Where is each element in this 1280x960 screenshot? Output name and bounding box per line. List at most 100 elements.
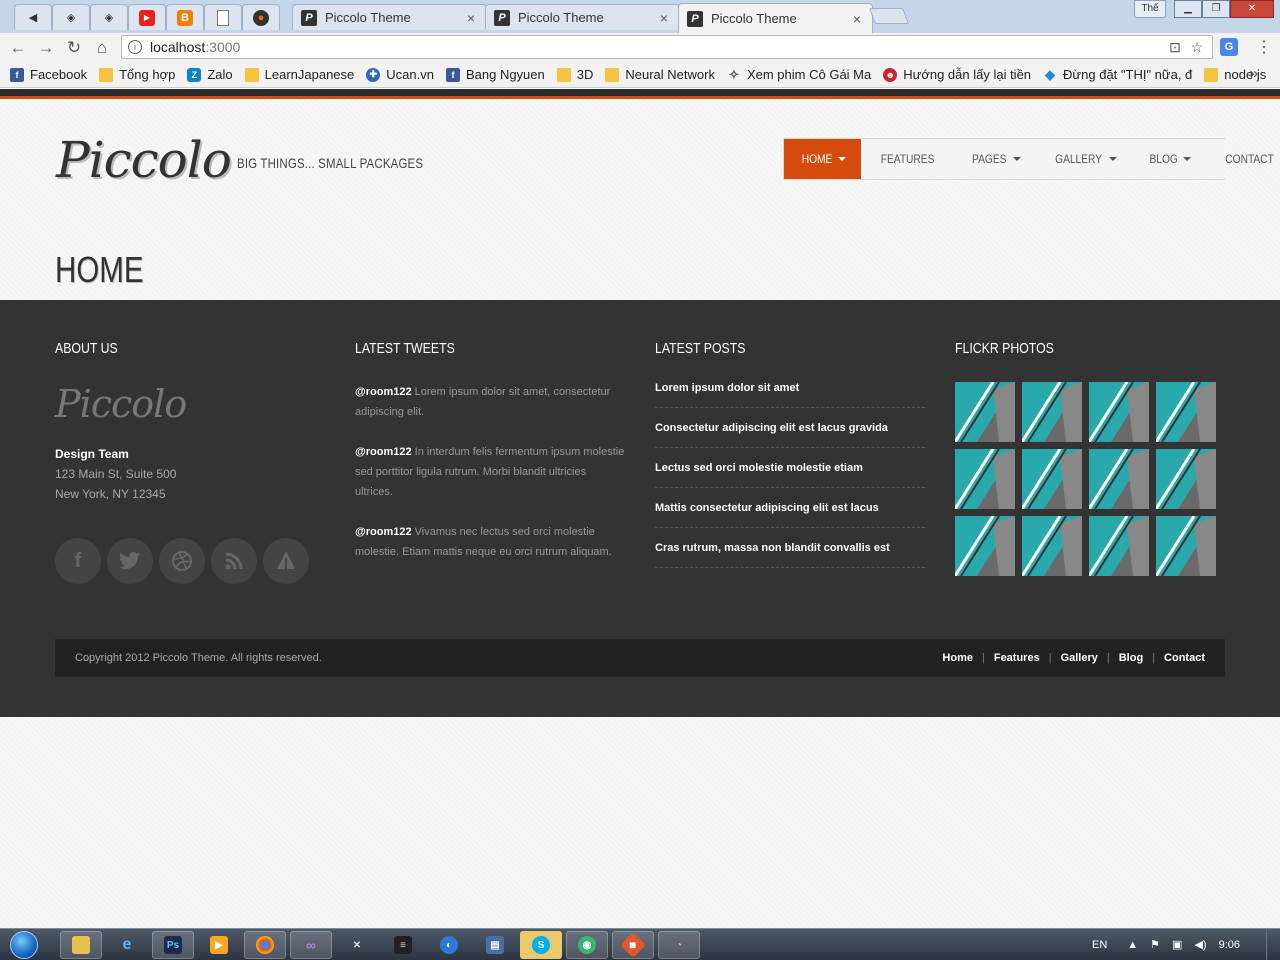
post-link[interactable]: Lorem ipsum dolor sit amet <box>655 382 925 408</box>
address-bar[interactable]: i localhost:3000 ⊡ ☆ <box>121 35 1213 59</box>
tab-piccolo-2[interactable]: P Piccolo Theme × <box>485 4 680 30</box>
bookmark-item[interactable]: f Bang Ngyuen <box>445 67 545 82</box>
forward-arrow-icon[interactable]: → <box>32 35 60 61</box>
flickr-photo[interactable] <box>1089 449 1149 509</box>
pinned-tab-blogger[interactable]: B <box>166 4 204 30</box>
flickr-photo[interactable] <box>1022 516 1082 576</box>
network-tray-icon[interactable]: ▣ <box>1172 938 1182 951</box>
flickr-photo[interactable] <box>1156 449 1216 509</box>
pinned-tab-orange[interactable]: ● <box>242 4 280 30</box>
pinned-tab-youtube[interactable]: ▶ <box>128 4 166 30</box>
google-translate-extension-icon[interactable]: G <box>1220 38 1238 56</box>
taskbar-chrome[interactable] <box>244 931 286 959</box>
bookmark-item[interactable]: ☻ Hướng dẫn lấy lại tiền <box>883 67 1031 82</box>
site-logo[interactable]: Piccolo <box>56 131 232 189</box>
post-link[interactable]: Cras rutrum, massa non blandit convallis… <box>655 542 925 568</box>
taskbar-tools[interactable]: ✕ <box>336 931 378 959</box>
nav-item-features[interactable]: FEATURES <box>861 139 954 179</box>
post-link[interactable]: Mattis consectetur adipiscing elit est l… <box>655 502 925 528</box>
bookmark-item[interactable]: ✧ Xem phim Cô Gái Ma <box>727 67 872 83</box>
close-tab-icon[interactable]: × <box>657 10 671 26</box>
nav-item-blog[interactable]: BLOG <box>1132 139 1206 179</box>
bookmark-item[interactable]: 3D <box>556 67 593 82</box>
info-icon[interactable]: i <box>128 40 142 54</box>
flickr-photo[interactable] <box>1022 382 1082 442</box>
bookmark-item[interactable]: Z Zalo <box>187 67 233 82</box>
home-icon[interactable]: ⌂ <box>88 35 116 61</box>
star-icon[interactable]: ☆ <box>1188 39 1206 56</box>
tab-piccolo-1[interactable]: P Piccolo Theme × <box>292 4 487 30</box>
tweet-handle[interactable]: @room122 <box>355 386 412 398</box>
maximize-icon[interactable]: ❐ <box>1202 0 1230 18</box>
bookmark-item[interactable]: ◆ Đừng đặt "THỊ" nữa, đ <box>1043 67 1192 83</box>
taskbar-app[interactable]: ▤ <box>474 931 516 959</box>
tray-expand-icon[interactable]: ▲ <box>1127 939 1138 951</box>
tweet-handle[interactable]: @room122 <box>355 446 412 458</box>
flickr-photo[interactable] <box>955 516 1015 576</box>
bookmark-item[interactable]: LearnJapanese <box>244 67 354 82</box>
forrst-icon[interactable] <box>263 538 309 584</box>
new-tab-button[interactable] <box>869 8 909 24</box>
nav-item-home[interactable]: HOME <box>784 139 861 179</box>
footer-link-blog[interactable]: Blog <box>1119 652 1143 664</box>
profile-button[interactable]: Thế <box>1134 0 1166 18</box>
flickr-photo[interactable] <box>1156 516 1216 576</box>
footer-link-features[interactable]: Features <box>994 652 1040 664</box>
translate-icon[interactable]: ⊡ <box>1166 39 1184 56</box>
footer-link-contact[interactable]: Contact <box>1164 652 1205 664</box>
taskbar-photoshop[interactable]: Ps <box>152 931 194 959</box>
close-tab-icon[interactable]: × <box>850 11 864 27</box>
window-close-icon[interactable]: ✕ <box>1230 0 1274 18</box>
bookmark-item[interactable]: f Facebook <box>10 67 87 82</box>
nav-item-contact[interactable]: CONTACT <box>1206 139 1280 179</box>
bookmark-item[interactable]: Neural Network <box>605 67 715 82</box>
bookmark-item[interactable]: Tổng hợp <box>99 67 175 82</box>
flickr-photo[interactable] <box>955 449 1015 509</box>
flickr-photo[interactable] <box>1156 382 1216 442</box>
show-desktop-button[interactable] <box>1266 929 1280 960</box>
language-indicator[interactable]: EN <box>1092 939 1107 951</box>
facebook-icon[interactable]: f <box>55 538 101 584</box>
nav-item-pages[interactable]: PAGES <box>954 139 1035 179</box>
back-arrow-icon[interactable]: ← <box>4 35 32 61</box>
reload-icon[interactable]: ↻ <box>60 35 88 61</box>
taskbar-skype[interactable]: S <box>520 931 562 959</box>
taskbar-git[interactable]: ◆ <box>612 931 654 959</box>
taskbar-green-app[interactable]: ◉ <box>566 931 608 959</box>
flickr-photo[interactable] <box>1089 516 1149 576</box>
pinned-tab-1[interactable]: ◈ <box>52 4 90 30</box>
bookmark-item[interactable]: ✚ Ucan.vn <box>366 67 434 82</box>
flag-icon[interactable]: ⚑ <box>1150 938 1160 951</box>
tab-piccolo-active[interactable]: P Piccolo Theme × <box>678 3 873 33</box>
pinned-tab-audio[interactable]: ◀ <box>14 4 52 30</box>
pinned-tab-2[interactable]: ◈ <box>90 4 128 30</box>
taskbar-visual-studio[interactable]: ∞ <box>290 931 332 959</box>
volume-icon[interactable]: ◀) <box>1194 938 1206 951</box>
flickr-photo[interactable] <box>1089 382 1149 442</box>
taskbar-paint[interactable]: ◔ <box>658 931 700 959</box>
post-link[interactable]: Consectetur adipiscing elit est lacus gr… <box>655 422 925 448</box>
start-button[interactable] <box>4 929 44 960</box>
post-link[interactable]: Lectus sed orci molestie molestie etiam <box>655 462 925 488</box>
pinned-tab-doc[interactable] <box>204 4 242 30</box>
footer-link-gallery[interactable]: Gallery <box>1061 652 1098 664</box>
minimize-icon[interactable]: ▁ <box>1174 0 1202 18</box>
tweet-handle[interactable]: @room122 <box>355 526 412 538</box>
taskbar-media[interactable]: ▶ <box>198 931 240 959</box>
menu-icon[interactable]: ⋮ <box>1256 37 1272 57</box>
footer-link-home[interactable]: Home <box>942 652 973 664</box>
taskbar-browser2[interactable]: ◐ <box>428 931 470 959</box>
taskbar-terminal[interactable]: ≡ <box>382 931 424 959</box>
clock[interactable]: 9:06 <box>1219 939 1240 951</box>
dribbble-icon[interactable] <box>159 538 205 584</box>
nav-item-gallery[interactable]: GALLERY <box>1036 139 1132 179</box>
bookmarks-overflow-icon[interactable]: » <box>1250 65 1258 82</box>
twitter-icon[interactable] <box>107 538 153 584</box>
taskbar-explorer[interactable] <box>60 931 102 959</box>
flickr-photo[interactable] <box>1022 449 1082 509</box>
tab-title: Piccolo Theme <box>518 10 604 25</box>
flickr-photo[interactable] <box>955 382 1015 442</box>
rss-icon[interactable] <box>211 538 257 584</box>
taskbar-ie[interactable]: e <box>106 931 148 959</box>
close-tab-icon[interactable]: × <box>464 10 478 26</box>
